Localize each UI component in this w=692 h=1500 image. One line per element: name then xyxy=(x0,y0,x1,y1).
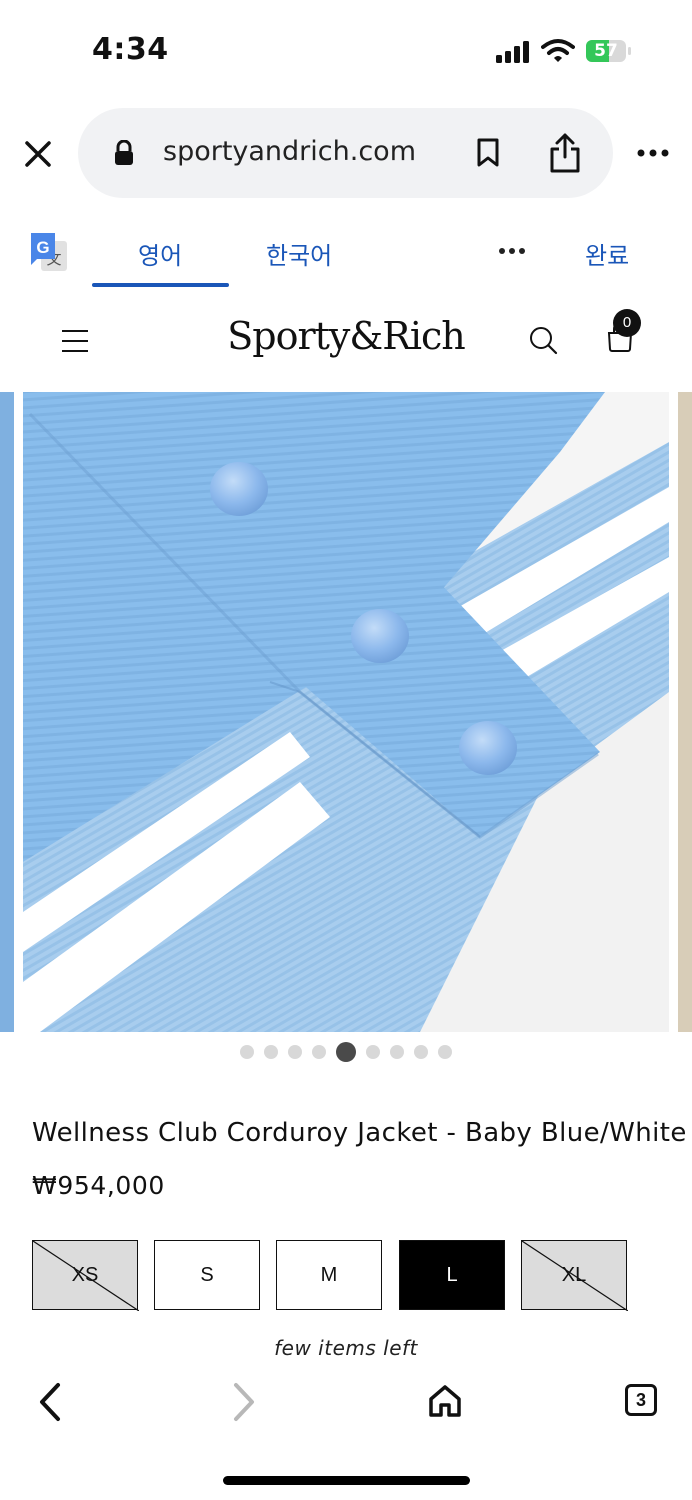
lock-icon xyxy=(115,140,133,165)
gallery-dot[interactable] xyxy=(240,1045,254,1059)
gallery-dot[interactable] xyxy=(390,1045,404,1059)
battery-indicator: 57 xyxy=(586,40,632,64)
forward-icon[interactable] xyxy=(230,1382,258,1422)
gallery-dot[interactable] xyxy=(312,1045,326,1059)
tab-source-language[interactable]: 영어 xyxy=(138,236,182,271)
product-title: Wellness Club Corduroy Jacket - Baby Blu… xyxy=(32,1118,687,1148)
size-label: XL xyxy=(561,1263,587,1286)
gallery-dot[interactable] xyxy=(336,1042,356,1062)
size-option[interactable]: S xyxy=(154,1240,260,1310)
svg-text:G: G xyxy=(36,238,49,257)
close-icon[interactable] xyxy=(24,140,52,168)
size-option[interactable]: M xyxy=(276,1240,382,1310)
product-image xyxy=(0,392,692,1032)
product-price: ₩954,000 xyxy=(32,1171,165,1200)
size-label: XS xyxy=(71,1263,99,1286)
cellular-signal-icon xyxy=(496,41,529,63)
active-tab-indicator xyxy=(92,283,229,287)
stock-note: few items left xyxy=(274,1336,418,1360)
size-option[interactable]: XL xyxy=(521,1240,628,1311)
more-options-icon[interactable] xyxy=(637,148,669,158)
url-text[interactable]: sportyandrich.com xyxy=(163,136,416,167)
home-icon[interactable] xyxy=(427,1383,463,1419)
home-indicator xyxy=(223,1476,470,1485)
battery-percentage: 57 xyxy=(594,41,618,61)
brand-logo[interactable]: Sporty&Rich xyxy=(0,314,692,358)
google-translate-icon[interactable]: 文 G xyxy=(29,231,69,273)
tab-switcher-button[interactable]: 3 xyxy=(625,1384,657,1416)
back-icon[interactable] xyxy=(36,1382,64,1422)
tab-target-language[interactable]: 한국어 xyxy=(266,236,332,271)
gallery-dot[interactable] xyxy=(438,1045,452,1059)
product-image-gallery[interactable] xyxy=(0,392,692,1032)
bookmark-icon[interactable] xyxy=(476,138,500,168)
cart-count-badge: 0 xyxy=(613,309,641,337)
gallery-pagination[interactable] xyxy=(240,1042,452,1062)
status-time: 4:34 xyxy=(92,32,169,67)
gallery-dot[interactable] xyxy=(288,1045,302,1059)
translate-done-button[interactable]: 완료 xyxy=(585,236,629,271)
size-option[interactable]: XS xyxy=(32,1240,139,1311)
gallery-dot[interactable] xyxy=(264,1045,278,1059)
gallery-dot[interactable] xyxy=(414,1045,428,1059)
size-label: L xyxy=(446,1263,458,1286)
wifi-icon xyxy=(541,39,575,62)
search-icon[interactable] xyxy=(529,326,559,356)
size-label: M xyxy=(320,1263,338,1286)
share-icon[interactable] xyxy=(548,132,582,174)
translate-more-icon[interactable] xyxy=(499,246,525,256)
gallery-dot[interactable] xyxy=(366,1045,380,1059)
size-label: S xyxy=(200,1263,214,1286)
size-option[interactable]: L xyxy=(399,1240,505,1310)
